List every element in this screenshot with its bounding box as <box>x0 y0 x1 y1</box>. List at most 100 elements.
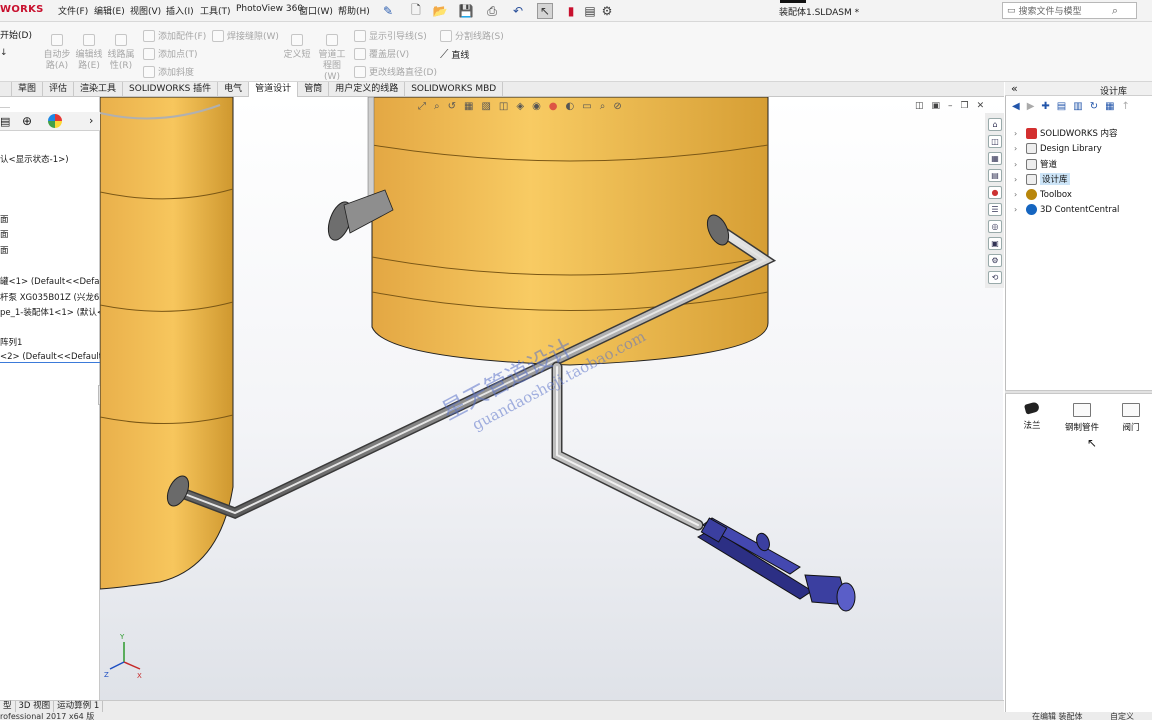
split-route-button[interactable]: 分割线路(S) <box>440 29 504 42</box>
tree-tank-2[interactable]: <2> (Default<<Default>_ <box>0 352 114 363</box>
previous-view-icon[interactable]: ↺ <box>448 101 456 112</box>
library-item-3d-contentcentral[interactable]: › 3D ContentCentral <box>1014 204 1119 215</box>
file-explorer-icon[interactable]: ▤ <box>988 169 1002 182</box>
tree-tank-1[interactable]: 罐<1> (Default<<Default <box>0 275 111 287</box>
up-arrow-icon[interactable]: ↑ <box>1122 101 1130 112</box>
measure-icon[interactable]: ⊘ <box>613 101 621 112</box>
viewport-tile-icon[interactable]: ▣ <box>932 101 941 111</box>
resources-icon[interactable]: ◫ <box>988 135 1002 148</box>
expand-arrow-icon[interactable]: › <box>1014 144 1023 153</box>
add-file-location-icon[interactable]: ▤ <box>1057 101 1066 112</box>
status-custom[interactable]: 自定义 <box>1110 712 1134 720</box>
viewport-minimize-icon[interactable]: – <box>948 101 953 111</box>
options-gear-icon[interactable]: ⚙ <box>599 3 615 19</box>
tab-tubing[interactable]: 管筒 <box>298 82 330 97</box>
add-slope-button[interactable]: 添加斜度 <box>143 65 194 78</box>
tree-plane-1[interactable]: 面 <box>0 213 9 225</box>
expand-arrow-icon[interactable]: › <box>1014 190 1023 199</box>
add-to-library-icon[interactable]: ✚ <box>1041 101 1049 112</box>
configuration-icon[interactable]: ⊕ <box>22 114 32 128</box>
section-view-icon[interactable]: ▦ <box>464 101 473 112</box>
library-folder-valves[interactable]: 阀门 <box>1117 403 1145 433</box>
property-manager-icon[interactable]: ▤ <box>0 115 10 128</box>
print-icon[interactable]: ⎙ <box>484 3 500 19</box>
expand-arrow-icon[interactable]: › <box>1014 175 1023 184</box>
save-icon[interactable]: 💾 <box>458 3 474 19</box>
library-folder-steel-fittings[interactable]: 钢制管件 <box>1062 403 1102 433</box>
expand-arrow-icon[interactable]: › <box>1014 160 1023 169</box>
view-settings-icon[interactable]: ▭ <box>582 101 591 112</box>
search-icon[interactable]: ⌕ <box>1112 4 1118 18</box>
menu-file[interactable]: 文件(F) <box>58 4 88 17</box>
refresh-icon[interactable]: ↻ <box>1090 101 1098 112</box>
create-folder-icon[interactable]: ▥ <box>1073 101 1082 112</box>
new-file-icon[interactable]: 🗋 <box>408 3 424 19</box>
edit-appearance-icon[interactable]: ● <box>549 101 558 112</box>
menu-insert[interactable]: 插入(I) <box>166 4 194 17</box>
tree-screw-pump[interactable]: 杆泵 XG035B01Z (兴龙65 <box>0 291 105 303</box>
tab-motion-study[interactable]: 运动算例 1 <box>54 701 104 712</box>
menu-tools[interactable]: 工具(T) <box>200 4 231 17</box>
tab-sketch[interactable]: 草图 <box>12 82 44 97</box>
library-folder-flange[interactable]: 法兰 <box>1018 401 1046 431</box>
expand-arrow-icon[interactable]: › <box>1014 205 1023 214</box>
tab-evaluate[interactable]: 评估 <box>43 82 75 97</box>
open-file-icon[interactable]: 📂 <box>432 3 448 19</box>
file-properties-icon[interactable]: ▤ <box>582 3 598 19</box>
view-orientation-icon[interactable]: ◫ <box>499 101 508 112</box>
menu-help[interactable]: 帮助(H) <box>338 4 370 17</box>
tree-display-state[interactable]: 认<显示状态-1>) <box>0 153 69 165</box>
design-library-icon[interactable]: ▦ <box>988 152 1002 165</box>
weld-gap-button[interactable]: 焊接缝隙(W) <box>212 29 279 42</box>
tab-model[interactable]: 型 <box>0 701 16 712</box>
graphics-viewport[interactable]: 星天管道设计 guandaosheji.taobao.com Y X Z ⤢ ⌕… <box>100 97 1003 700</box>
home-icon[interactable]: ⌂ <box>988 118 1002 131</box>
menu-edit[interactable]: 编辑(E) <box>94 4 125 17</box>
menu-photoview[interactable]: PhotoView 360 <box>236 4 303 14</box>
zoom-area-icon[interactable]: ⌕ <box>434 101 440 112</box>
scenes-icon[interactable]: ◐ <box>566 101 575 112</box>
line-button[interactable]: ⟋ 直线 <box>440 47 469 62</box>
add-fitting-button[interactable]: 添加配件(F) <box>143 29 206 42</box>
appearances-icon[interactable]: ● <box>988 186 1002 199</box>
edit-route-button[interactable]: 编辑线路(E) <box>74 34 104 72</box>
search-input[interactable]: ▭ 搜索文件与模型 ⌕ <box>1002 2 1137 19</box>
auto-route-button[interactable]: 自动步路(A) <box>42 34 72 72</box>
tree-pipe-assembly[interactable]: pe_1-装配体1<1> (默认<显 <box>0 306 113 318</box>
view-palette-icon[interactable]: ▣ <box>988 237 1002 250</box>
appearance-icon[interactable] <box>48 114 62 128</box>
library-item-solidworks-content[interactable]: › SOLIDWORKS 内容 <box>1014 127 1118 139</box>
tab-electrical[interactable]: 电气 <box>218 82 250 97</box>
pipe-drawing-button[interactable]: 管道工程图(W) <box>316 34 348 83</box>
viewport-split-icon[interactable]: ◫ <box>915 101 924 111</box>
forum-icon[interactable]: ◎ <box>988 220 1002 233</box>
zoom-to-fit-icon[interactable]: ⤢ <box>418 101 426 112</box>
add-point-button[interactable]: 添加点(T) <box>143 47 198 60</box>
start-route-button[interactable]: 开始(D) <box>0 28 32 41</box>
chevron-right-icon[interactable]: › <box>89 114 93 127</box>
viewport-close-icon[interactable]: ✕ <box>977 101 985 111</box>
define-length-button[interactable]: 定义短 <box>282 34 312 61</box>
library-item-design-library[interactable]: › Design Library <box>1014 143 1102 154</box>
library-item-design-lib-cn[interactable]: › 设计库 <box>1014 173 1070 185</box>
magnify-icon[interactable]: ⌕ <box>600 101 606 112</box>
library-item-toolbox[interactable]: › Toolbox <box>1014 189 1072 200</box>
tree-pattern[interactable]: 阵列1 <box>0 336 22 348</box>
solidworks-forum-icon[interactable]: ⚙ <box>988 254 1002 267</box>
tree-plane-2[interactable]: 面 <box>0 228 9 240</box>
menu-view[interactable]: 视图(V) <box>130 4 161 17</box>
pin-icon[interactable]: ✎ <box>380 3 396 19</box>
tree-plane-3[interactable]: 面 <box>0 244 9 256</box>
menu-window[interactable]: 窗口(W) <box>299 4 333 17</box>
display-style-icon[interactable]: ◈ <box>516 101 524 112</box>
hide-show-icon[interactable]: ◉ <box>532 101 541 112</box>
back-icon[interactable]: ◀ <box>1012 101 1020 112</box>
traffic-light-icon[interactable]: ▮ <box>563 3 579 19</box>
select-pointer-icon[interactable]: ↖ <box>537 3 553 19</box>
tab-render-tools[interactable]: 渲染工具 <box>74 82 124 97</box>
tab-3d-views[interactable]: 3D 视图 <box>16 701 55 712</box>
expand-arrow-icon[interactable]: › <box>1014 129 1023 138</box>
library-item-piping[interactable]: › 管道 <box>1014 158 1057 170</box>
up-level-icon[interactable]: ▦ <box>1105 101 1114 112</box>
custom-properties-icon[interactable]: ☰ <box>988 203 1002 216</box>
